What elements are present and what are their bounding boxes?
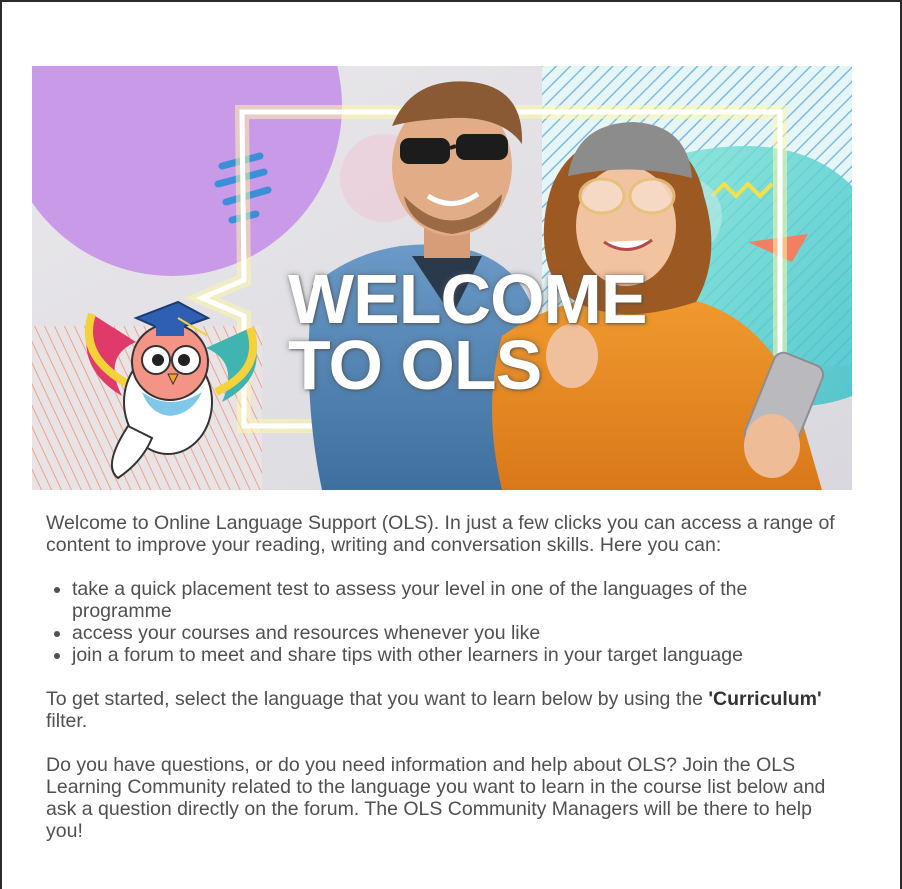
welcome-banner: WELCOME TO OLS — [32, 66, 852, 490]
getting-started-suffix: filter. — [46, 710, 88, 732]
banner-title: WELCOME TO OLS — [288, 260, 648, 404]
curriculum-filter-name: 'Curriculum' — [708, 688, 822, 710]
list-item: access your courses and resources whenev… — [72, 622, 836, 644]
banner-title-line2: TO OLS — [288, 326, 542, 404]
getting-started-prefix: To get started, select the language that… — [46, 688, 709, 710]
intro-paragraph: Welcome to Online Language Support (OLS)… — [46, 512, 835, 556]
page-frame: WELCOME TO OLS Welcome to Online Languag… — [0, 0, 902, 889]
getting-started-paragraph: To get started, select the language that… — [46, 688, 836, 732]
help-paragraph: Do you have questions, or do you need in… — [46, 754, 826, 842]
banner-title-line1: WELCOME — [288, 260, 648, 338]
feature-list: take a quick placement test to assess yo… — [46, 578, 836, 666]
list-item: join a forum to meet and share tips with… — [72, 644, 836, 666]
list-item: take a quick placement test to assess yo… — [72, 578, 836, 622]
welcome-content: Welcome to Online Language Support (OLS)… — [46, 512, 836, 864]
